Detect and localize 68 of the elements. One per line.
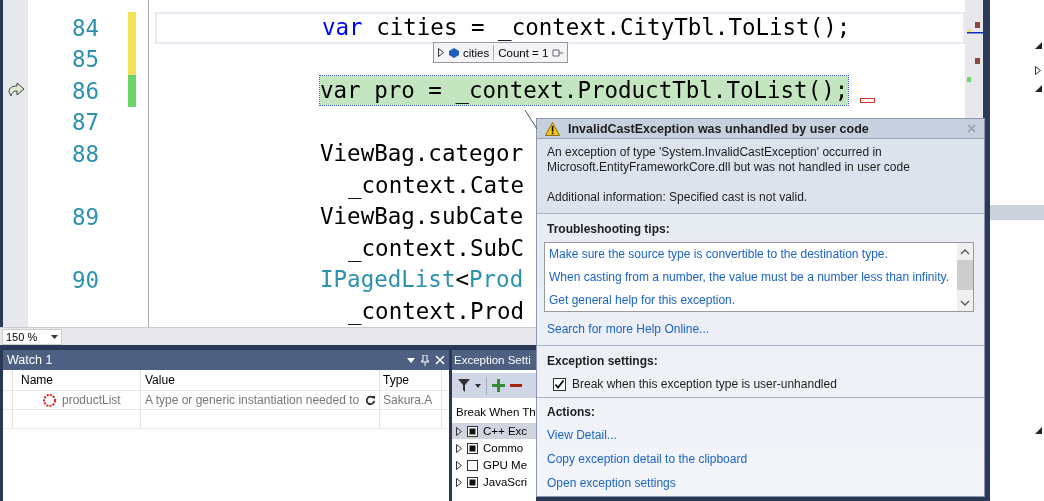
exception-category-row[interactable]: JavaScri (452, 474, 536, 490)
collapse-icon[interactable] (1035, 427, 1042, 434)
section-heading: Actions: (547, 405, 596, 419)
line-number: 85 (71, 46, 99, 73)
line-number: 88 (71, 140, 99, 167)
dropdown-icon[interactable] (407, 357, 415, 363)
selection-band (990, 205, 1044, 220)
code-line: _context.Prod (348, 296, 525, 326)
code-line: IPagedList<Prod (320, 265, 524, 295)
checkbox[interactable] (467, 425, 478, 437)
zoom-dropdown[interactable]: 150 % (2, 329, 62, 345)
checkbox[interactable] (467, 476, 478, 488)
leader-line (524, 110, 538, 130)
line-number: 89 (71, 203, 99, 230)
action-link[interactable]: Open exception settings (547, 476, 974, 490)
add-icon[interactable] (492, 379, 505, 392)
code-line: _context.SubC (348, 233, 525, 263)
additional-info: Additional information: Specified cast is not valid. (547, 190, 809, 205)
code-line: ViewBag.subCate (320, 202, 524, 232)
caret-icon (51, 335, 58, 339)
expand-icon[interactable] (438, 48, 444, 57)
collapse-icon[interactable] (1035, 85, 1042, 92)
code-line: var cities = _context.CityTbl.ToList(); (322, 13, 851, 43)
warning-icon (545, 121, 560, 136)
checkbox[interactable] (467, 459, 478, 471)
pin-icon[interactable] (552, 48, 564, 57)
exception-category-row[interactable]: C++ Exc (452, 423, 536, 439)
tip-link[interactable]: Make sure the source type is convertible to the destination type. (549, 247, 957, 262)
section-heading: Exception settings: (547, 354, 659, 368)
panel-title: Watch 1 (7, 353, 54, 367)
exception-category-row[interactable]: Commo (452, 440, 536, 456)
action-link[interactable]: View Detail... (547, 428, 974, 442)
tip-link[interactable]: Get general help for this exception. (549, 292, 957, 307)
error-message: An exception of type 'System.InvalidCastException' occurred in Microsoft.EntityFrameworkCore.dll but was not handled in user code (547, 145, 911, 175)
line-number: 84 (71, 14, 99, 41)
column-header[interactable]: Value (141, 370, 380, 390)
filter-icon[interactable] (458, 379, 470, 392)
table-cell: A type or generic instantiation needed to (145, 393, 360, 407)
break-checkbox[interactable]: Break when this exception type is user-unhandled (547, 377, 974, 391)
column-header[interactable]: Type (380, 370, 442, 390)
exception-category-row[interactable]: GPU Me (452, 457, 536, 473)
help-link[interactable]: Search for more Help Online... (547, 322, 974, 336)
action-link[interactable]: Copy exception detail to the clipboard (547, 452, 974, 466)
remove-icon[interactable] (510, 383, 522, 388)
variable-value: Count = 1 (498, 46, 549, 59)
line-number: 90 (71, 266, 99, 293)
panel-title: Exception Setti (454, 354, 532, 366)
variable-name: cities (463, 46, 490, 59)
code-line: ViewBag.categor (320, 139, 524, 169)
dialog-title: InvalidCastException was unhandled by user code (568, 121, 870, 136)
checkbox[interactable] (467, 442, 478, 454)
line-number: 86 (71, 77, 99, 104)
section-heading: Troubleshooting tips: (547, 222, 671, 236)
caret-icon[interactable] (475, 383, 481, 388)
table-cell: productList (62, 393, 121, 407)
collapse-icon[interactable] (1035, 42, 1042, 49)
column-header[interactable]: Break When Th (452, 402, 536, 422)
error-squiggle (860, 98, 875, 103)
tip-link[interactable]: When casting from a number, the value must be a number less than infinity. (549, 270, 957, 284)
data-tip[interactable]: cities Count = 1 (433, 42, 569, 63)
code-line: _context.Cate (348, 170, 525, 200)
object-icon (448, 47, 459, 58)
expand-icon[interactable] (1035, 66, 1041, 75)
column-header[interactable]: Name (12, 370, 141, 390)
checkbox[interactable] (553, 377, 566, 391)
table-cell: Sakura.A (383, 393, 433, 407)
line-number: 87 (71, 109, 99, 136)
refresh-icon[interactable] (365, 393, 376, 407)
